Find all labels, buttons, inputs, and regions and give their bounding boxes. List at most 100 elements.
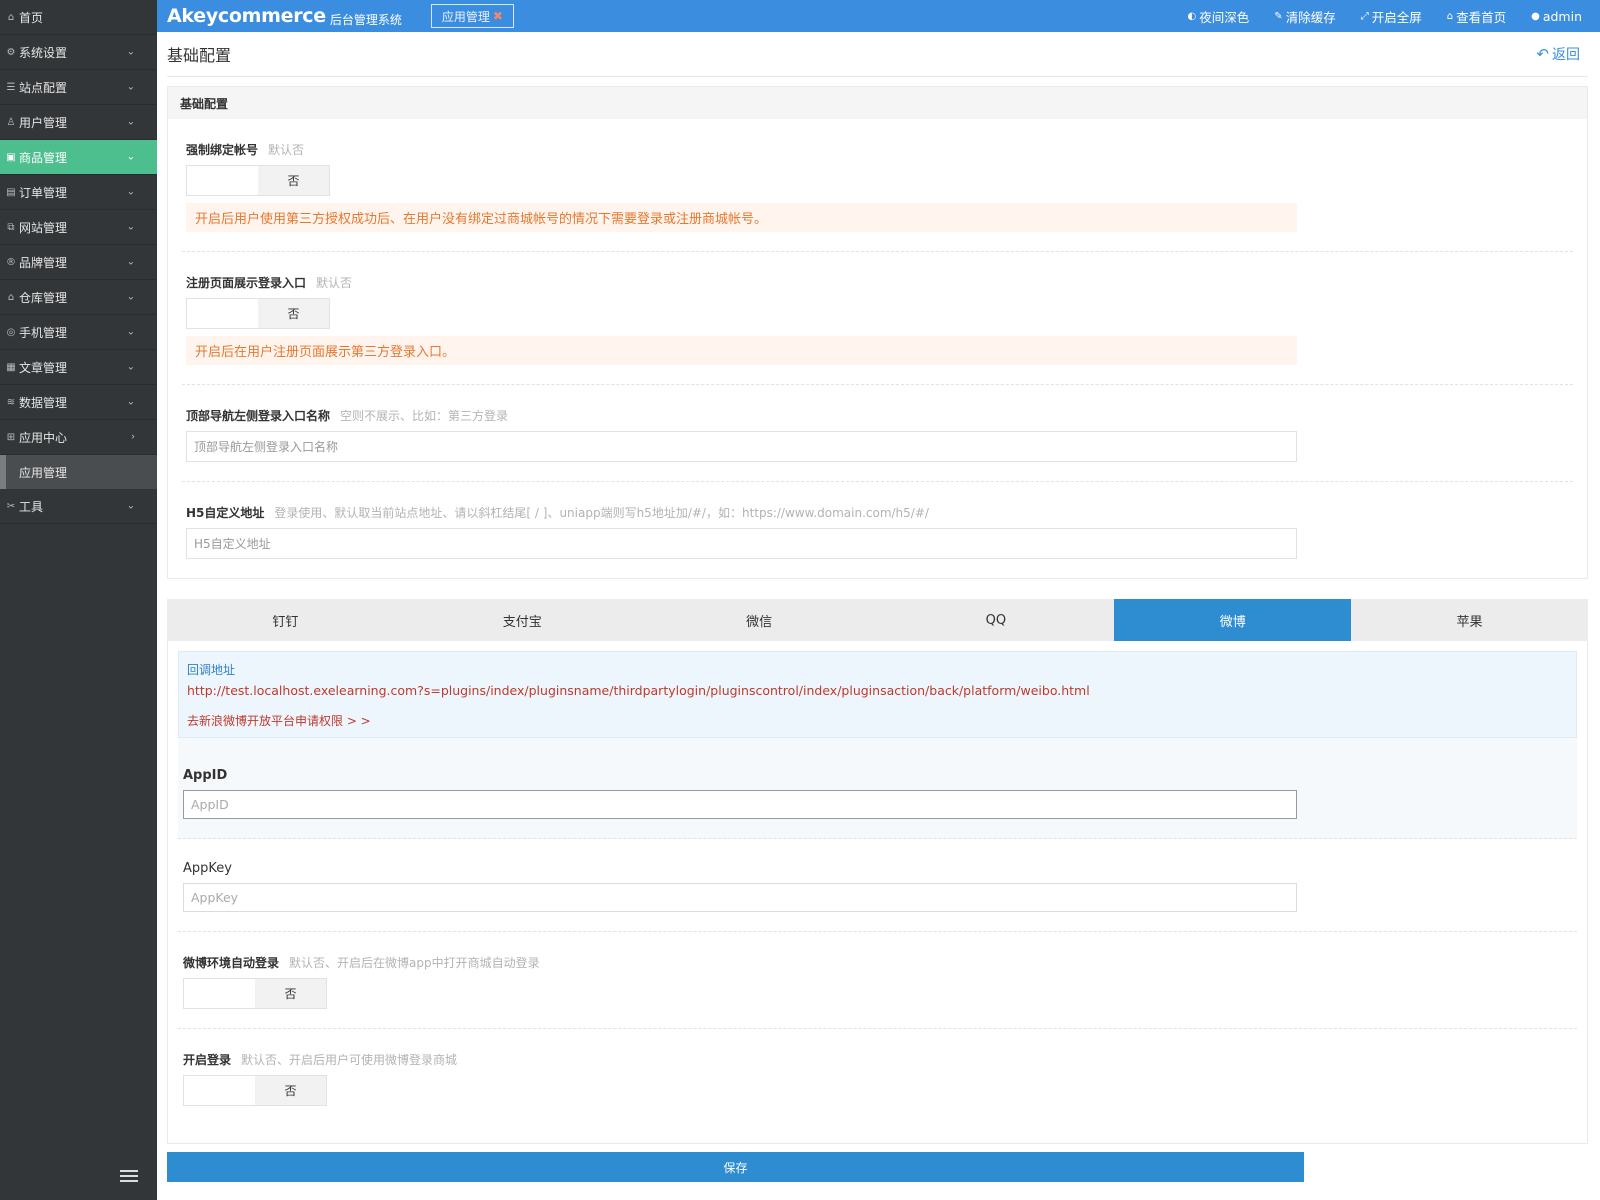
header-action-0[interactable]: ◐ 夜间深色: [1188, 7, 1250, 26]
chevron-down-icon: ⌄: [126, 500, 135, 512]
user-icon: ♙: [6, 116, 16, 128]
register-entry-toggle[interactable]: 否: [186, 298, 330, 329]
sidebar-item-label: 文章管理: [19, 360, 68, 375]
header-actions: ◐ 夜间深色 ✎ 清除缓存 ⤢ 开启全屏 ⌂ 查看首页 ● admin: [1163, 7, 1600, 26]
article-icon: ▦: [6, 361, 16, 373]
sidebar-item-12[interactable]: ⊞ 应用中心 ›: [0, 420, 157, 455]
field-hint: 空则不展示、比如：第三方登录: [340, 409, 509, 423]
close-icon[interactable]: ✖: [493, 9, 503, 23]
field-hint: 登录使用、默认取当前站点地址、请以斜杠结尾[ / ]、uniapp端则写h5地址…: [274, 506, 929, 520]
header-action-label: 查看首页: [1456, 9, 1507, 25]
header-action-3[interactable]: ⌂ 查看首页: [1447, 7, 1506, 26]
chevron-down-icon: ⌄: [126, 46, 135, 58]
appkey-input[interactable]: AppKey: [183, 883, 1297, 912]
warehouse-icon: ⌂: [7, 291, 15, 303]
weibo-tab-panel: 回调地址 http://test.localhost.exelearning.c…: [167, 641, 1588, 1144]
sidebar-item-label: 品牌管理: [19, 255, 68, 270]
field-label: AppID: [183, 768, 228, 783]
field-label: H5自定义地址: [186, 506, 265, 520]
header-action-label: 开启全屏: [1371, 9, 1422, 25]
input-placeholder: H5自定义地址: [194, 537, 271, 551]
sidebar-item-4[interactable]: ▣ 商品管理 ⌄: [0, 140, 157, 175]
field-hint: 默认否、开启后在微博app中打开商城自动登录: [289, 956, 540, 970]
input-placeholder: AppKey: [191, 890, 239, 905]
mobile-icon: ◎: [6, 326, 16, 338]
sidebar-item-2[interactable]: ☰ 站点配置 ⌄: [0, 70, 157, 105]
sidebar-item-label: 手机管理: [19, 325, 68, 340]
nav-name-input[interactable]: 顶部导航左侧登录入口名称: [186, 431, 1297, 462]
back-button[interactable]: ↶ 返回: [1536, 44, 1580, 64]
weibo-apply-link[interactable]: 去新浪微博开放平台申请权限 > >: [187, 712, 1568, 729]
sidebar-item-10[interactable]: ▦ 文章管理 ⌄: [0, 350, 157, 385]
field-force-bind: 强制绑定帐号 默认否 否 开启后用户使用第三方授权成功后、在用户没有绑定过商城帐…: [182, 119, 1573, 252]
tab-platform-4[interactable]: 微博: [1114, 599, 1352, 641]
tab-platform-3[interactable]: QQ: [877, 599, 1114, 641]
sidebar-collapse-icon[interactable]: [120, 1170, 138, 1186]
header-action-label: 清除缓存: [1285, 9, 1336, 25]
sidebar-item-1[interactable]: ⚙ 系统设置 ⌄: [0, 35, 157, 70]
header-action-4[interactable]: ● admin: [1531, 9, 1582, 24]
field-h5-url: H5自定义地址 登录使用、默认取当前站点地址、请以斜杠结尾[ / ]、uniap…: [182, 482, 1573, 578]
apps-icon: ⊞: [6, 431, 16, 443]
platform-tabs: 钉钉 支付宝 微信 QQ 微博 苹果: [167, 599, 1588, 641]
chevron-down-icon: ⌄: [126, 186, 135, 198]
tab-platform-0[interactable]: 钉钉: [167, 599, 404, 641]
sidebar-item-5[interactable]: ▤ 订单管理 ⌄: [0, 175, 157, 210]
brush-icon: ✎: [1274, 10, 1283, 22]
sidebar-item-6[interactable]: ⧉ 网站管理 ⌄: [0, 210, 157, 245]
header-action-2[interactable]: ⤢ 开启全屏: [1361, 7, 1422, 26]
home-icon: ⌂: [7, 11, 15, 23]
appid-input[interactable]: AppID: [183, 790, 1297, 819]
enable-login-toggle[interactable]: 否: [183, 1075, 327, 1106]
toggle-track: [187, 166, 258, 195]
field-hint: 默认否、开启后用户可使用微博登录商城: [241, 1053, 458, 1067]
sidebar-item-label: 首页: [19, 10, 44, 25]
page-title: 基础配置: [167, 46, 232, 65]
field-appkey: AppKey AppKey: [178, 839, 1577, 932]
chevron-down-icon: ⌄: [126, 221, 135, 233]
info-tip: 开启后在用户注册页面展示第三方登录入口。: [186, 336, 1297, 365]
sidebar-item-7[interactable]: ® 品牌管理 ⌄: [0, 245, 157, 280]
sidebar-item-8[interactable]: ⌂ 仓库管理 ⌄: [0, 280, 157, 315]
sidebar-item-3[interactable]: ♙ 用户管理 ⌄: [0, 105, 157, 140]
sidebar-nav: ⌂ 首页 ⚙ 系统设置 ⌄ ☰ 站点配置 ⌄ ♙ 用户管理 ⌄ ▣ 商品管理 ⌄ ▤ 订单管理 ⌄ ⧉ 网站管理 ⌄ ®…: [0, 0, 157, 455]
tab-platform-5[interactable]: 苹果: [1351, 599, 1588, 641]
contrast-icon: ◐: [1187, 10, 1197, 22]
sidebar-item-0[interactable]: ⌂ 首页: [0, 0, 157, 35]
sidebar-item-label: 仓库管理: [19, 290, 68, 305]
sidebar-subitem-label: 应用管理: [19, 465, 68, 480]
tab-platform-1[interactable]: 支付宝: [404, 599, 641, 641]
sidebar-item-9[interactable]: ◎ 手机管理 ⌄: [0, 315, 157, 350]
sidebar-item-label: 应用中心: [19, 430, 68, 445]
weibo-auto-login-toggle[interactable]: 否: [183, 978, 327, 1009]
panel-heading: 基础配置: [168, 87, 1587, 119]
field-enable-login: 开启登录 默认否、开启后用户可使用微博登录商城 否: [178, 1029, 1577, 1125]
chevron-down-icon: ⌄: [126, 326, 135, 338]
sidebar-item-11[interactable]: ≋ 数据管理 ⌄: [0, 385, 157, 420]
sidebar-item-tools[interactable]: ✂ 工具 ⌄: [0, 489, 157, 524]
header-action-1[interactable]: ✎ 清除缓存: [1274, 7, 1335, 26]
callback-info-box: 回调地址 http://test.localhost.exelearning.c…: [178, 651, 1577, 738]
open-tab-app-management[interactable]: 应用管理 ✖: [430, 4, 514, 28]
toggle-track: [184, 1076, 255, 1105]
sidebar-item-label: 数据管理: [19, 395, 68, 410]
brand-subtitle: 后台管理系统: [329, 12, 402, 27]
force-bind-toggle[interactable]: 否: [186, 165, 330, 196]
database-icon: ≋: [6, 396, 16, 408]
field-label: 微博环境自动登录: [183, 956, 280, 970]
chevron-down-icon: ⌄: [126, 151, 135, 163]
main-content: 基础配置 ↶ 返回 基础配置 强制绑定帐号 默认否 否 开启后用户使用第三方授权…: [167, 32, 1588, 1144]
save-button[interactable]: 保存: [167, 1152, 1304, 1182]
brand-icon: ®: [6, 256, 16, 268]
field-label: 强制绑定帐号: [186, 143, 259, 157]
sidebar-item-label: 系统设置: [19, 45, 68, 60]
field-register-entry: 注册页面展示登录入口 默认否 否 开启后在用户注册页面展示第三方登录入口。: [182, 252, 1573, 385]
tab-platform-2[interactable]: 微信: [641, 599, 878, 641]
field-weibo-auto-login: 微博环境自动登录 默认否、开启后在微博app中打开商城自动登录 否: [178, 932, 1577, 1029]
toggle-track: [187, 299, 258, 328]
h5-url-input[interactable]: H5自定义地址: [186, 528, 1297, 559]
brand-logo-text[interactable]: Akeycommerce: [157, 5, 326, 27]
field-label: 开启登录: [183, 1053, 232, 1067]
sidebar-subitem-app-management[interactable]: 应用管理: [0, 455, 157, 489]
toggle-state-label: 否: [258, 299, 329, 328]
